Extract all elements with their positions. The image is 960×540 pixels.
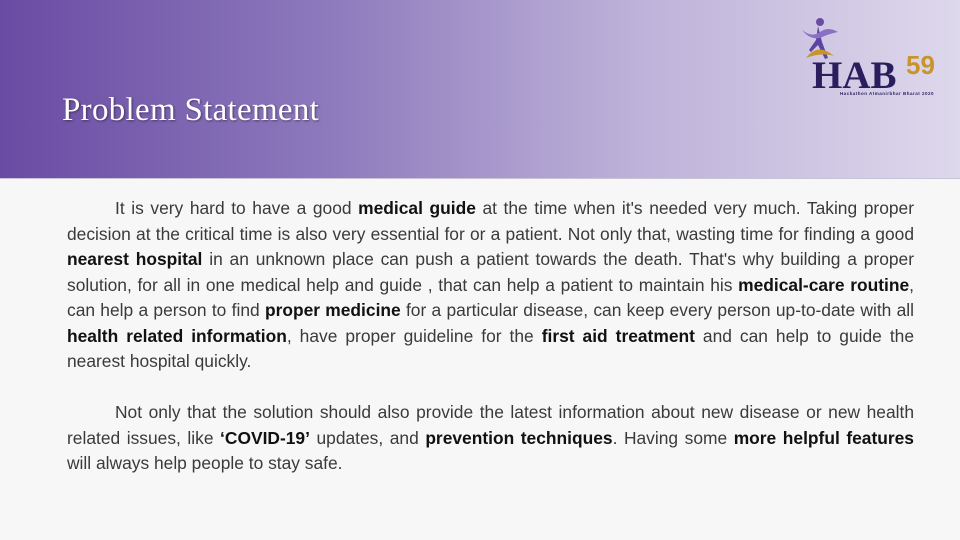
p2-text-2: updates, and <box>309 427 426 448</box>
p2-bold-3: more helpful features <box>733 427 914 448</box>
p2-text-4: will always help people to stay safe. <box>67 453 343 473</box>
p2-bold-1: ‘COVID-19’ <box>220 427 310 448</box>
paragraph-2: Not only that the solution should also p… <box>67 400 914 477</box>
title-banner: Problem Statement HAB 59 Hackathon Atman… <box>0 0 960 179</box>
hab59-logo-graphic: HAB 59 <box>802 18 935 97</box>
p2-bold-2: prevention techniques <box>425 427 613 448</box>
p1-bold-1: medical guide <box>358 198 476 218</box>
logo-tagline: Hackathon Atmanirbhar Bharat 2020 <box>839 91 935 96</box>
slide-title: Problem Statement <box>62 92 320 128</box>
p2-text-3: . Having some <box>612 427 734 448</box>
figure-head-icon <box>816 18 824 26</box>
p1-text-5: for a particular disease, can keep every… <box>400 300 915 320</box>
p1-text-1: It is very hard to have a good <box>115 198 359 218</box>
p1-bold-4: proper medicine <box>264 300 401 320</box>
p1-bold-6: first aid treatment <box>541 325 695 346</box>
problem-statement-body: It is very hard to have a good medical g… <box>67 196 914 477</box>
hab59-logo: HAB 59 Hackathon Atmanirbhar Bharat 2020 <box>798 12 953 102</box>
p1-bold-3: medical-care routine <box>738 274 910 295</box>
paragraph-1: It is very hard to have a good medical g… <box>67 196 914 375</box>
p1-bold-5: health related information <box>67 325 287 346</box>
slide: Problem Statement HAB 59 Hackathon Atman… <box>0 0 960 540</box>
logo-number: 59 <box>906 50 935 80</box>
p1-text-6: , have proper guideline for the <box>286 325 542 346</box>
p1-bold-2: nearest hospital <box>67 249 203 269</box>
figure-arms-icon <box>802 29 838 39</box>
